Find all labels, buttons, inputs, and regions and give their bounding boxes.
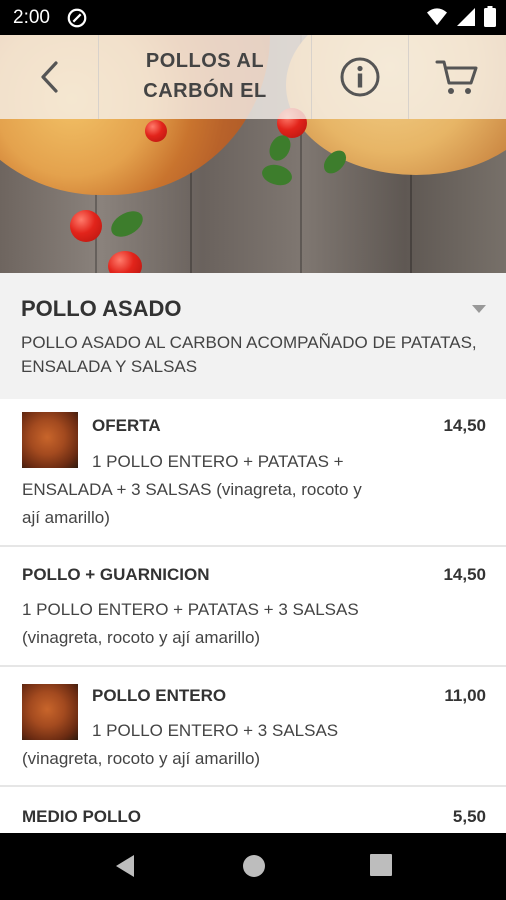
battery-icon <box>484 6 496 27</box>
status-time: 2:00 <box>13 6 50 28</box>
recents-square-icon[interactable] <box>370 854 392 876</box>
category-description: POLLO ASADO AL CARBON ACOMPAÑADO DE PATA… <box>21 333 477 376</box>
item-desc-line: 1 POLLO ENTERO + PATATAS + <box>92 452 344 471</box>
item-desc-line: ají amarillo) <box>22 508 110 527</box>
item-description: 1 POLLO ENTERO + PATATAS + 3 SALSAS (vin… <box>22 596 486 652</box>
info-icon <box>340 57 379 97</box>
signal-icon <box>457 7 475 26</box>
item-title: MEDIO POLLO <box>22 807 141 826</box>
title-line-1: POLLOS AL <box>145 50 265 72</box>
item-price: 5,50 <box>452 807 486 826</box>
status-bar: 2:00 <box>0 0 506 35</box>
menu-item[interactable]: MEDIO POLLO 5,50 <box>0 787 506 833</box>
item-price: 14,50 <box>443 565 486 584</box>
cart-icon <box>435 60 478 94</box>
menu-item[interactable]: POLLO + GUARNICION 14,50 1 POLLO ENTERO … <box>0 547 506 667</box>
menu-item[interactable]: POLLO ENTERO 11,00 1 POLLO ENTERO + 3 SA… <box>0 667 506 787</box>
app-bar: POLLOS AL CARBÓN EL <box>0 35 506 119</box>
info-button[interactable] <box>311 35 408 119</box>
back-button[interactable] <box>0 35 98 119</box>
item-price: 14,50 <box>443 416 486 435</box>
wifi-icon <box>427 7 447 25</box>
item-desc-line: 1 POLLO ENTERO + PATATAS + 3 SALSAS <box>22 600 359 619</box>
item-desc-line: 1 POLLO ENTERO + 3 SALSAS <box>92 721 339 740</box>
item-desc-line: (vinagreta, rocoto y ají amarillo) <box>22 628 261 647</box>
item-price: 11,00 <box>444 686 486 705</box>
menu-item[interactable]: OFERTA 14,50 1 POLLO ENTERO + PATATAS + … <box>0 399 506 547</box>
chevron-left-icon <box>41 61 58 93</box>
system-nav-bar <box>0 833 506 900</box>
item-title: POLLO ENTERO <box>92 686 227 705</box>
item-title: OFERTA <box>92 416 161 435</box>
cart-button[interactable] <box>408 35 506 119</box>
page-title: POLLOS AL CARBÓN EL <box>100 46 310 106</box>
dropdown-arrow-icon[interactable] <box>472 305 486 313</box>
back-triangle-icon[interactable] <box>114 854 136 878</box>
item-description: 1 POLLO ENTERO + 3 SALSAS (vinagreta, ro… <box>22 717 486 773</box>
item-desc-line: (vinagreta, rocoto y ají amarillo) <box>22 749 261 768</box>
item-title: POLLO + GUARNICION <box>22 565 210 584</box>
status-icons <box>426 6 496 27</box>
category-header[interactable]: POLLO ASADO POLLO ASADO AL CARBON ACOMPA… <box>0 273 506 399</box>
item-description: 1 POLLO ENTERO + PATATAS + ENSALADA + 3 … <box>22 448 486 532</box>
item-desc-line: ENSALADA + 3 SALSAS (vinagreta, rocoto y <box>22 480 362 499</box>
data-saver-icon <box>67 8 87 27</box>
home-circle-icon[interactable] <box>242 854 266 878</box>
title-line-2: CARBÓN EL <box>143 80 267 102</box>
category-title: POLLO ASADO <box>21 296 182 321</box>
